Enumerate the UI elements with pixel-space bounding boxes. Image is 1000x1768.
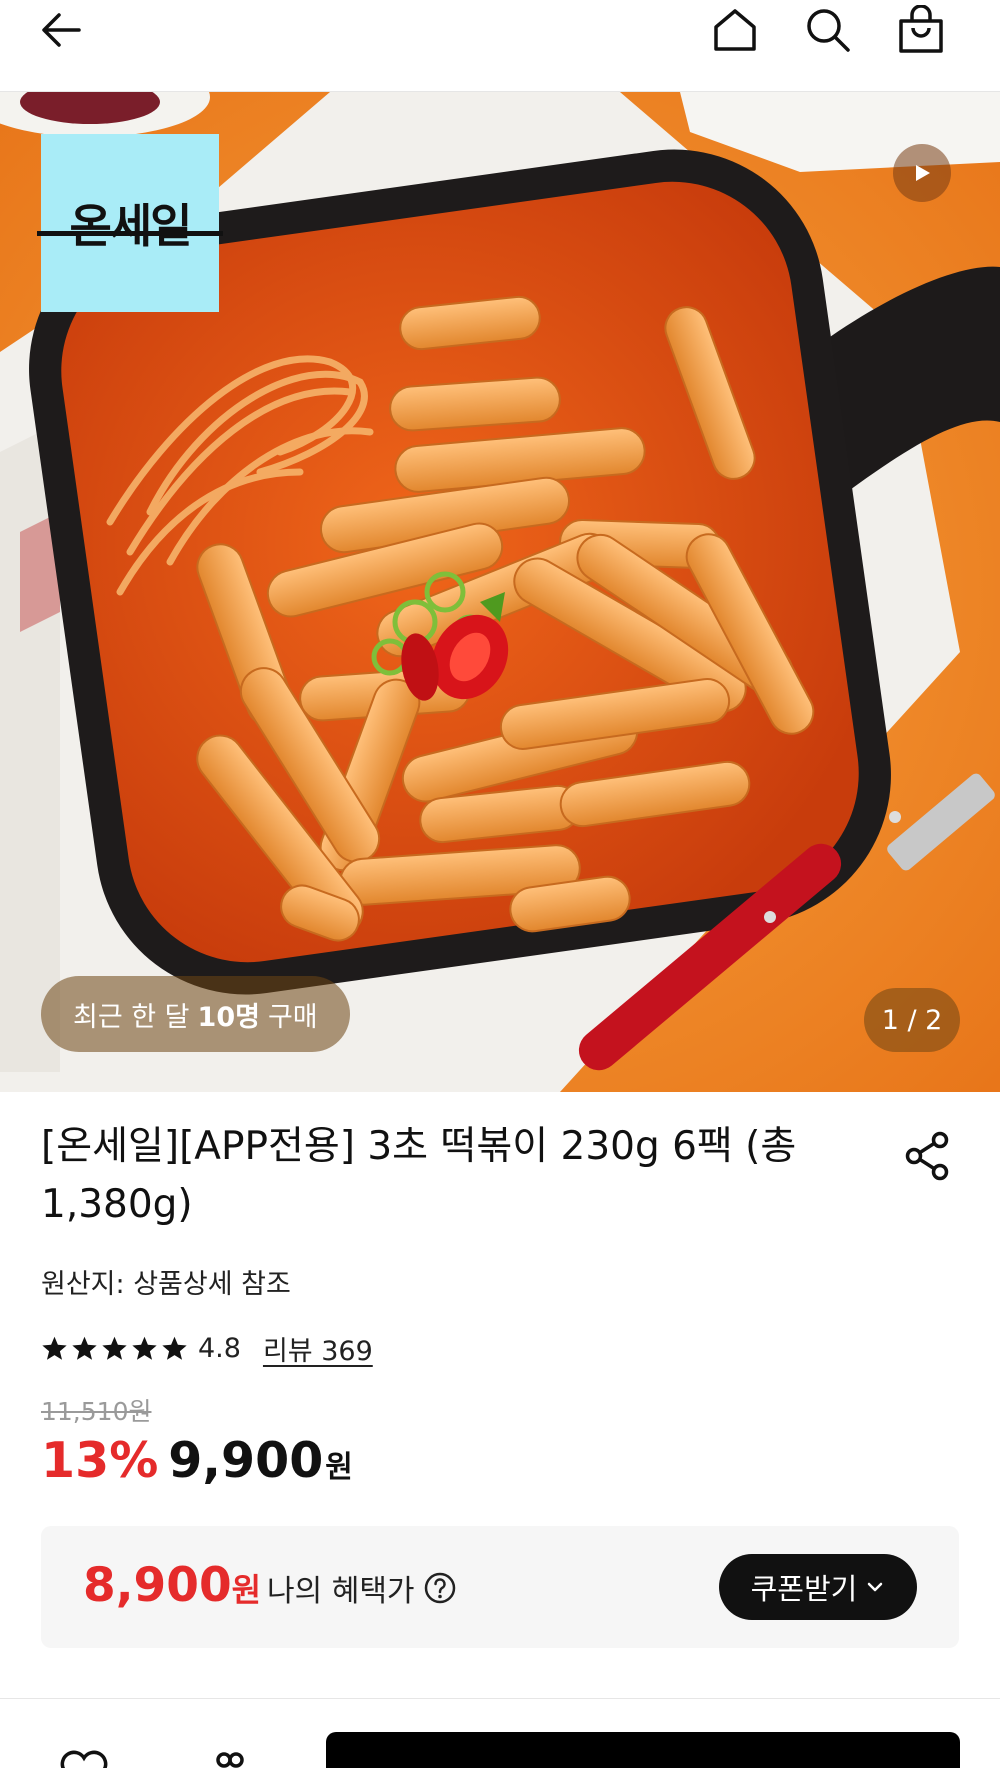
home-button[interactable]	[705, 0, 765, 60]
gift-icon[interactable]	[204, 1750, 256, 1768]
search-button[interactable]	[798, 0, 858, 60]
get-coupon-label: 쿠폰받기	[750, 1572, 858, 1606]
cart-button[interactable]	[891, 0, 951, 60]
product-title: [온세일][APP전용] 3초 떡볶이 230g 6팩 (총 1,380g)	[41, 1124, 797, 1227]
back-button[interactable]	[32, 0, 92, 60]
benefit-label-text: 나의 혜택가	[267, 1574, 415, 1609]
benefit-price-value: 8,900	[83, 1558, 232, 1613]
play-video-button[interactable]	[893, 144, 951, 202]
product-image-carousel[interactable]: 온세일 최근 한 달 10명 구매 1 / 2	[0, 92, 1000, 1092]
recent-purchase-badge: 최근 한 달 10명 구매	[41, 976, 350, 1052]
star-icon	[102, 1336, 127, 1360]
benefit-label: 나의 혜택가	[267, 1566, 457, 1610]
brand-logo: 온세일	[37, 134, 223, 312]
bottom-bar-divider	[0, 1698, 1000, 1699]
share-icon	[905, 1131, 949, 1181]
recent-purchase-prefix: 최근 한 달	[73, 1001, 190, 1033]
chevron-down-icon	[868, 1582, 883, 1592]
brand-logo-line	[37, 231, 223, 236]
review-count-link[interactable]: 리뷰 369	[263, 1329, 373, 1368]
discount-rate: 13%	[41, 1432, 159, 1489]
home-icon	[714, 9, 756, 51]
share-button[interactable]	[900, 1128, 956, 1184]
question-circle-icon[interactable]	[423, 1571, 457, 1605]
star-icon	[42, 1336, 67, 1360]
image-pager: 1 / 2	[864, 988, 960, 1052]
star-icon	[162, 1336, 187, 1360]
rating-value: 4.8	[198, 1332, 241, 1364]
recent-purchase-suffix: 구매	[267, 1001, 318, 1033]
top-app-bar	[0, 0, 1000, 92]
star-icon	[132, 1336, 157, 1360]
original-price: 11,510원	[41, 1397, 152, 1426]
rating-stars	[41, 1335, 188, 1362]
heart-icon[interactable]	[58, 1750, 110, 1768]
origin-info: 원산지: 상품상세 참조	[41, 1269, 291, 1300]
search-icon	[807, 9, 850, 52]
sale-price-unit: 원	[325, 1450, 353, 1485]
recent-purchase-count: 10명	[197, 1001, 260, 1033]
benefit-price-unit: 원	[231, 1571, 262, 1609]
star-icon	[72, 1336, 97, 1360]
rating-row: 4.8 리뷰 369	[41, 1328, 373, 1368]
play-icon	[916, 165, 930, 181]
price-row: 13% 9,900 원	[41, 1432, 353, 1492]
brand-logo-text: 온세일	[69, 199, 193, 253]
arrow-left-icon	[42, 13, 81, 47]
benefit-price: 8,900원	[83, 1558, 261, 1613]
sale-price: 9,900	[168, 1432, 324, 1489]
get-coupon-button[interactable]: 쿠폰받기	[719, 1554, 917, 1620]
purchase-button[interactable]	[326, 1732, 960, 1768]
shopping-bag-icon	[899, 5, 943, 53]
benefit-price-box: 8,900원 나의 혜택가 쿠폰받기	[41, 1526, 959, 1648]
